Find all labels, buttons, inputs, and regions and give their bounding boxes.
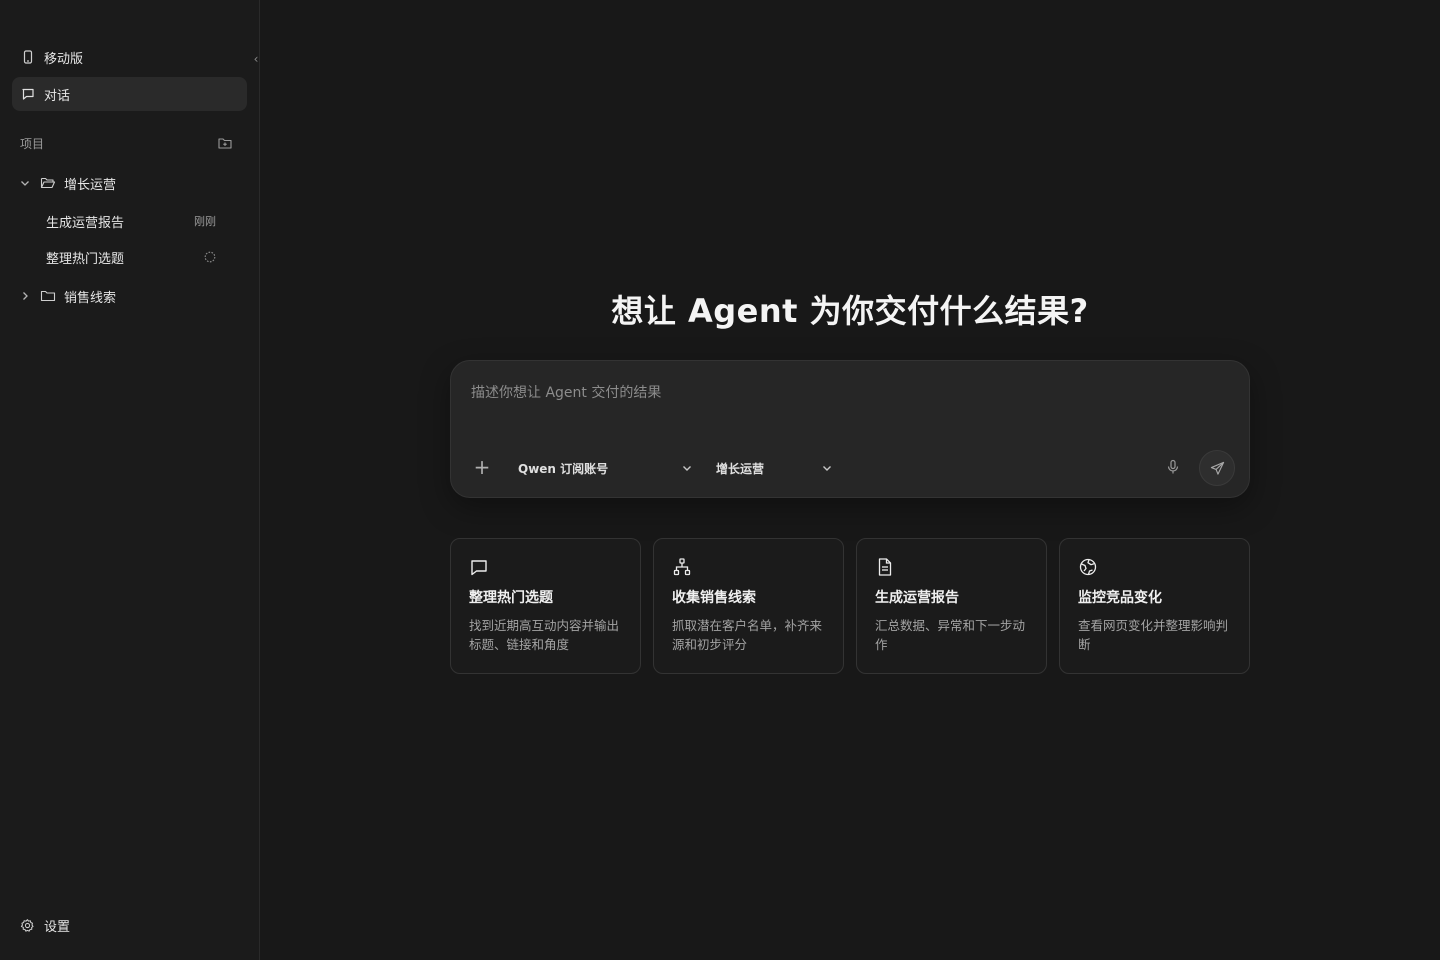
message-square-icon (471, 560, 487, 576)
nav-chat-label: 对话 (44, 88, 71, 104)
task-item-report[interactable]: 生成运营报告 刚刚 (46, 209, 216, 233)
prompt-input[interactable] (471, 381, 1171, 405)
card-title: 收集销售线索 (672, 590, 756, 606)
project-item-growth[interactable]: 增长运营 (18, 169, 242, 197)
chevron-down-icon (683, 466, 691, 471)
gear-icon (20, 918, 34, 932)
project-select[interactable]: 增长运营 (716, 457, 833, 479)
card-title: 整理热门选题 (469, 590, 553, 606)
task-timestamp: 刚刚 (194, 215, 216, 228)
microphone-icon[interactable] (1165, 459, 1181, 475)
sidebar: ‹ 移动版 对话 项目 增长运营 生成运营报告 刚刚 整理热门选题 销售线索 设… (0, 0, 260, 960)
card-title: 监控竞品变化 (1078, 590, 1162, 606)
card-description: 找到近期高互动内容并输出标题、链接和角度 (469, 618, 620, 652)
card-title: 生成运营报告 (875, 590, 959, 606)
suggestion-card-leads[interactable]: 收集销售线索 抓取潜在客户名单，补齐来源和初步评分 (653, 538, 844, 674)
card-description: 汇总数据、异常和下一步动作 (875, 618, 1026, 652)
folder-open-icon (40, 177, 56, 189)
page-title: 想让 Agent 为你交付什么结果? (611, 292, 1089, 330)
suggestion-card-competitors[interactable]: 监控竞品变化 查看网页变化并整理影响判断 (1059, 538, 1250, 674)
settings-button[interactable]: 设置 (20, 914, 70, 936)
suggestion-card-topics[interactable]: 整理热门选题 找到近期高互动内容并输出标题、链接和角度 (450, 538, 641, 674)
smartphone-icon (23, 50, 33, 64)
suggestion-cards: 整理热门选题 找到近期高互动内容并输出标题、链接和角度 收集销售线索 抓取潜在客… (450, 538, 1250, 674)
file-text-icon (878, 558, 892, 576)
card-description: 查看网页变化并整理影响判断 (1078, 618, 1229, 652)
settings-label: 设置 (44, 919, 71, 935)
model-select-value: Qwen 订阅账号 (518, 461, 609, 476)
loading-spinner-icon (204, 251, 216, 263)
suggestion-card-report[interactable]: 生成运营报告 汇总数据、异常和下一步动作 (856, 538, 1047, 674)
model-select[interactable]: Qwen 订阅账号 (518, 457, 693, 479)
projects-section-label: 项目 (20, 137, 45, 151)
chevron-down-icon[interactable] (18, 176, 32, 190)
task-name: 整理热门选题 (46, 251, 125, 267)
network-icon (673, 558, 691, 576)
nav-mobile[interactable]: 移动版 (12, 40, 247, 74)
nav-chat[interactable]: 对话 (12, 77, 247, 111)
chevron-right-icon[interactable] (18, 289, 32, 303)
nav-mobile-label: 移动版 (44, 51, 84, 67)
project-name: 增长运营 (64, 177, 117, 193)
project-name: 销售线索 (64, 290, 117, 306)
add-attachment-icon[interactable]: + (471, 457, 493, 479)
composer: + Qwen 订阅账号 增长运营 (450, 360, 1250, 498)
card-description: 抓取潜在客户名单，补齐来源和初步评分 (672, 618, 823, 652)
project-select-value: 增长运营 (716, 461, 765, 476)
project-item-sales[interactable]: 销售线索 (18, 282, 242, 310)
app-window: ‹ 移动版 对话 项目 增长运营 生成运营报告 刚刚 整理热门选题 销售线索 设… (0, 0, 1440, 960)
main-area: 想让 Agent 为你交付什么结果? + Qwen 订阅账号 增长运营 (260, 0, 1440, 960)
folder-icon (40, 290, 56, 302)
new-folder-icon[interactable] (217, 135, 233, 151)
task-item-topics[interactable]: 整理热门选题 (46, 245, 216, 269)
send-icon (1210, 461, 1224, 475)
send-button[interactable] (1199, 450, 1235, 486)
task-name: 生成运营报告 (46, 215, 125, 231)
globe-icon (1079, 558, 1097, 576)
chevron-down-icon (823, 466, 831, 471)
message-square-icon (22, 88, 34, 100)
